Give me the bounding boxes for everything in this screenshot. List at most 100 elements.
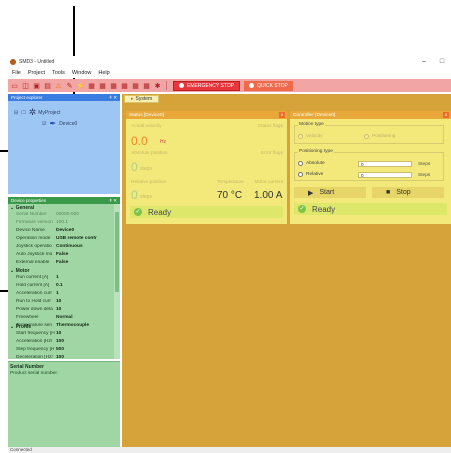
project-explorer: ⊟ ☐ ✲ MyProject ☑ ✒ Device0	[8, 101, 120, 194]
save-icon[interactable]: ▣	[32, 81, 41, 90]
property-row[interactable]: Run to Hold curr 10	[10, 299, 61, 305]
minimize-button[interactable]: –	[415, 56, 433, 68]
scrollbar-thumb[interactable]	[115, 212, 119, 292]
close-icon[interactable]: x	[443, 112, 449, 118]
property-row[interactable]: Operation mode USB remote contr	[10, 236, 97, 242]
warning-icon[interactable]: ⚠	[54, 81, 63, 90]
property-value[interactable]: False	[56, 252, 68, 258]
collapse-icon[interactable]: ⊟	[14, 110, 18, 116]
device-icon-2[interactable]: ▦	[98, 81, 107, 90]
property-row[interactable]: Joystick operatio Continuous	[10, 244, 83, 250]
property-value[interactable]: Normal	[56, 315, 73, 321]
property-row[interactable]: Run current [A] 1	[10, 275, 59, 281]
motor-current-label: Motor current	[254, 180, 283, 185]
tree-item-device[interactable]: ☑ ✒ Device0	[42, 119, 77, 128]
property-key: Joystick operatio	[16, 244, 52, 249]
device-icon-6[interactable]: ▦	[142, 81, 151, 90]
relative-input[interactable]: 0	[358, 172, 412, 178]
start-button[interactable]: ▶ Start	[294, 187, 366, 198]
property-value[interactable]: 10	[56, 299, 61, 305]
actual-velocity-label: Actual velocity	[131, 124, 162, 129]
stop-button[interactable]: ■ Stop	[372, 187, 444, 198]
property-value[interactable]: 1	[56, 275, 59, 281]
property-value[interactable]: USB remote contr	[56, 236, 97, 242]
gears-icon: ✲	[28, 107, 37, 117]
property-value[interactable]: 0.1	[56, 283, 63, 289]
stop-icon	[179, 83, 184, 88]
check-icon: ✓	[134, 208, 142, 216]
maximize-button[interactable]: □	[433, 56, 451, 68]
menu-tools[interactable]: Tools	[52, 70, 65, 76]
property-row[interactable]: Deceleration [Hz/100	[10, 355, 64, 359]
emergency-stop-button[interactable]: EMERGENCY STOP	[173, 80, 241, 91]
disconnect-icon[interactable]: ⚡	[76, 81, 85, 90]
properties-scrollbar[interactable]	[114, 204, 120, 359]
menu-help[interactable]: Help	[98, 70, 109, 76]
category-general[interactable]: ⌄ General	[10, 205, 34, 211]
checkbox-icon[interactable]: ☐	[21, 110, 25, 116]
tab-system[interactable]: ▸ System	[124, 95, 160, 103]
open-folder-icon[interactable]: ◫	[21, 81, 30, 90]
property-row[interactable]: Start frequency [H 10	[10, 331, 61, 337]
property-value[interactable]: Thermocouple	[56, 323, 89, 329]
property-row[interactable]: Power down dela 10	[10, 307, 61, 313]
device-icon-3[interactable]: ▦	[109, 81, 118, 90]
app-icon	[10, 59, 16, 65]
property-value[interactable]: Device0	[56, 228, 74, 234]
project-explorer-header: Project explorer ǂ ✕	[8, 94, 120, 101]
device-pen-icon: ✒	[49, 119, 57, 128]
property-value[interactable]: Continuous	[56, 244, 83, 250]
positioning-radio[interactable]: Positioning	[364, 134, 395, 139]
property-row[interactable]: Acceleration curr 1	[10, 291, 59, 297]
status-bar: Connected	[8, 447, 451, 453]
property-row[interactable]: Auto Joystick mo False	[10, 252, 68, 258]
property-value[interactable]: 100.1	[56, 220, 68, 226]
connect-icon[interactable]: ✎	[65, 81, 74, 90]
device-icon-4[interactable]: ▦	[120, 81, 129, 90]
menu-file[interactable]: File	[12, 70, 21, 76]
project-name: MyProject	[38, 109, 61, 116]
property-value[interactable]: 100	[56, 355, 64, 359]
property-value[interactable]: False	[56, 260, 68, 266]
absolute-radio[interactable]: Absolute	[298, 161, 325, 166]
menu-bar: File Project Tools Window Help	[8, 68, 451, 78]
close-icon[interactable]: x	[279, 112, 285, 118]
property-row[interactable]: Firmware version 100.1	[10, 220, 68, 226]
property-value[interactable]: 1	[56, 291, 59, 297]
category-motor[interactable]: ⌄ Motor	[10, 268, 29, 274]
category-profile[interactable]: ⌄ Profile	[10, 324, 31, 330]
tab-icon: ▸	[131, 96, 134, 102]
panel-pin-close-icon[interactable]: ǂ ✕	[109, 95, 117, 101]
checkbox-icon[interactable]: ☑	[42, 121, 46, 127]
absolute-position-value: 0	[131, 160, 138, 174]
property-value[interactable]: 500	[56, 347, 64, 353]
property-row[interactable]: Step frequency [H 500	[10, 347, 64, 353]
property-row[interactable]: Freewheel Normal	[10, 315, 73, 321]
device-name: Device0	[59, 120, 78, 127]
property-row[interactable]: External enable False	[10, 260, 68, 266]
relative-radio[interactable]: Relative	[298, 172, 323, 177]
device-icon-5[interactable]: ▦	[131, 81, 140, 90]
gear-icon[interactable]: ✱	[153, 81, 162, 90]
quick-stop-button[interactable]: QUICK STOP	[244, 80, 293, 91]
property-row[interactable]: Acceleration [Hz/100	[10, 339, 64, 345]
save-as-icon[interactable]: ▤	[43, 81, 52, 90]
menu-window[interactable]: Window	[72, 70, 92, 76]
absolute-input[interactable]: 0	[358, 161, 412, 167]
property-row[interactable]: Device Name Device0	[10, 228, 74, 234]
menu-project[interactable]: Project	[28, 70, 45, 76]
velocity-radio[interactable]: Velocity	[298, 134, 323, 139]
property-value[interactable]: 00000-000	[56, 212, 79, 218]
property-key: Freewheel	[16, 315, 39, 320]
panel-pin-close-icon[interactable]: ǂ ✕	[109, 198, 117, 204]
property-value[interactable]: 10	[56, 331, 61, 337]
new-file-icon[interactable]: ▭	[10, 81, 19, 90]
device-icon-1[interactable]: ▦	[87, 81, 96, 90]
controller-card: Controller [Device0] x Motion type Veloci…	[290, 111, 451, 224]
property-row[interactable]: Hold current [A] 0.1	[10, 283, 63, 289]
tree-item-project[interactable]: ⊟ ☐ ✲ MyProject	[14, 107, 60, 118]
property-row[interactable]: Serial Number 00000-000	[10, 212, 79, 218]
absolute-steps-label: Steps	[418, 162, 431, 167]
property-value[interactable]: 10	[56, 307, 61, 313]
property-value[interactable]: 100	[56, 339, 64, 345]
